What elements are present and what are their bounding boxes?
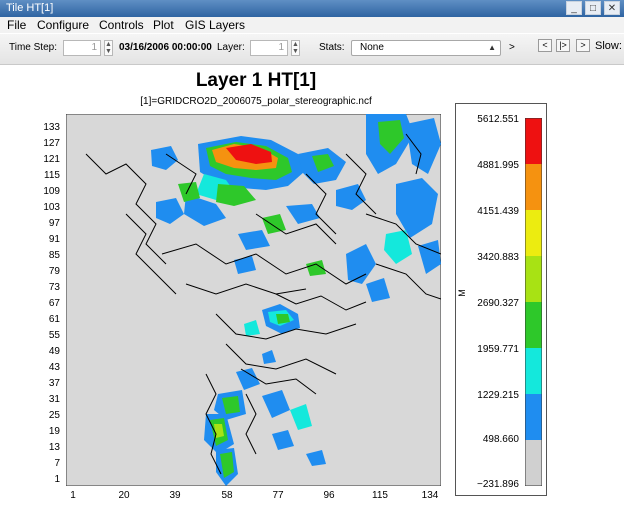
y-tick: 31 — [48, 394, 60, 405]
toolbar: Time Step: 1 ▲ ▼ 03/16/2006 00:00:00 Laye… — [0, 34, 624, 65]
y-tick: 109 — [43, 186, 60, 197]
time-step-input[interactable]: 1 — [63, 40, 101, 56]
step-forward-button[interactable]: > — [576, 39, 590, 52]
x-tick: 134 — [421, 490, 439, 501]
stats-select-value: None — [360, 42, 384, 53]
window-title: Tile HT[1] — [6, 2, 54, 14]
x-tick: 77 — [272, 490, 284, 501]
plot-subtitle: [1]=GRIDCRO2D_2006075_polar_stereographi… — [140, 96, 372, 107]
layer-label: Layer: — [217, 42, 245, 53]
y-tick: 37 — [48, 378, 60, 389]
menu-bar: File Configure Controls Plot GIS Layers — [0, 17, 624, 33]
y-tick: 43 — [48, 362, 60, 373]
legend-swatch — [525, 348, 542, 394]
y-tick: 127 — [43, 138, 60, 149]
y-tick: 1 — [54, 474, 60, 485]
legend-swatch — [525, 118, 542, 164]
datetime-label: 03/16/2006 00:00:00 — [119, 42, 212, 53]
legend-colorbar — [525, 118, 542, 486]
stats-label: Stats: — [319, 42, 345, 53]
title-bar: Tile HT[1] _ □ ✕ — [0, 0, 624, 17]
legend-tick: −231.896 — [477, 479, 519, 490]
legend-swatch — [525, 302, 542, 348]
y-tick: 55 — [48, 330, 60, 341]
y-tick: 25 — [48, 410, 60, 421]
time-step-label: Time Step: — [9, 42, 57, 53]
legend-swatch — [525, 440, 542, 486]
menu-gis-layers[interactable]: GIS Layers — [185, 18, 245, 32]
stats-next-button[interactable]: > — [509, 42, 515, 53]
y-tick: 97 — [48, 218, 60, 229]
legend-tick: 3420.883 — [477, 252, 519, 263]
y-tick: 73 — [48, 282, 60, 293]
x-tick: 1 — [70, 490, 76, 501]
legend-tick: 2690.327 — [477, 298, 519, 309]
legend-unit: M — [456, 289, 467, 297]
legend-tick: 4881.995 — [477, 160, 519, 171]
legend-swatch — [525, 256, 542, 302]
step-back-button[interactable]: < — [538, 39, 552, 52]
time-step-stepper[interactable]: ▲ ▼ — [104, 40, 113, 56]
legend-swatch — [525, 164, 542, 210]
x-tick: 115 — [372, 490, 388, 501]
stats-select[interactable]: None ▲ — [351, 40, 501, 56]
legend-swatch — [525, 394, 542, 440]
layer-input[interactable]: 1 — [250, 40, 288, 56]
legend-tick: 5612.551 — [477, 114, 519, 125]
legend-tick: 1229.215 — [477, 390, 519, 401]
legend-tick: 1959.771 — [477, 344, 519, 355]
close-icon[interactable]: ✕ — [604, 1, 620, 15]
y-tick: 79 — [48, 266, 60, 277]
plot-title: Layer 1 HT[1] — [195, 70, 317, 91]
legend-swatch — [525, 210, 542, 256]
y-tick: 67 — [48, 298, 60, 309]
legend-tick: 498.660 — [482, 434, 519, 445]
y-tick: 85 — [48, 250, 60, 261]
legend-tick: 4151.439 — [477, 206, 519, 217]
y-tick: 61 — [48, 314, 60, 325]
y-tick: 49 — [48, 346, 60, 357]
y-tick: 133 — [43, 122, 60, 133]
x-tick: 20 — [118, 490, 130, 501]
menu-file[interactable]: File — [7, 18, 26, 32]
menu-configure[interactable]: Configure — [37, 18, 89, 32]
y-tick: 13 — [48, 442, 60, 453]
play-button[interactable]: |> — [556, 39, 570, 52]
menu-plot[interactable]: Plot — [153, 18, 174, 32]
y-tick: 91 — [48, 234, 60, 245]
chevron-updown-icon: ▲ — [488, 43, 496, 52]
menu-controls[interactable]: Controls — [99, 18, 144, 32]
maximize-icon[interactable]: □ — [585, 1, 601, 15]
x-tick: 58 — [221, 490, 233, 501]
y-tick: 7 — [54, 458, 60, 469]
y-tick: 115 — [44, 170, 60, 181]
minimize-icon[interactable]: _ — [566, 1, 582, 15]
layer-stepper[interactable]: ▲ ▼ — [291, 40, 300, 56]
y-tick: 103 — [43, 202, 60, 213]
y-tick: 19 — [48, 426, 60, 437]
x-tick: 96 — [323, 490, 335, 501]
tile-map[interactable] — [66, 114, 441, 486]
slow-label: Slow: — [595, 40, 622, 52]
y-tick: 121 — [43, 154, 60, 165]
x-tick: 39 — [169, 490, 181, 501]
